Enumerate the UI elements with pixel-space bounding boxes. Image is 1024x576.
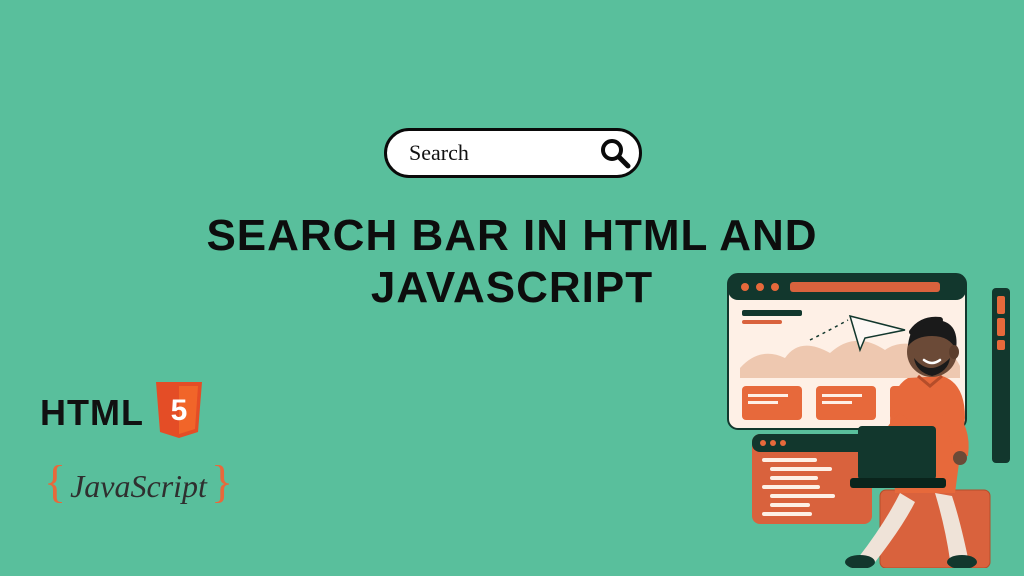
javascript-text: JavaScript	[70, 468, 207, 505]
html5-shield-icon: 5	[152, 380, 206, 445]
search-placeholder: Search	[409, 140, 469, 166]
javascript-logo: { JavaScript }	[44, 455, 233, 508]
html5-logo: HTML 5	[40, 380, 206, 445]
brace-open-icon: {	[44, 455, 66, 508]
brace-close-icon: }	[211, 455, 233, 508]
html5-text: HTML	[40, 392, 144, 434]
search-bar[interactable]: Search	[384, 128, 642, 178]
search-icon[interactable]	[599, 137, 631, 169]
developer-illustration	[690, 258, 1020, 568]
svg-text:5: 5	[171, 394, 188, 427]
